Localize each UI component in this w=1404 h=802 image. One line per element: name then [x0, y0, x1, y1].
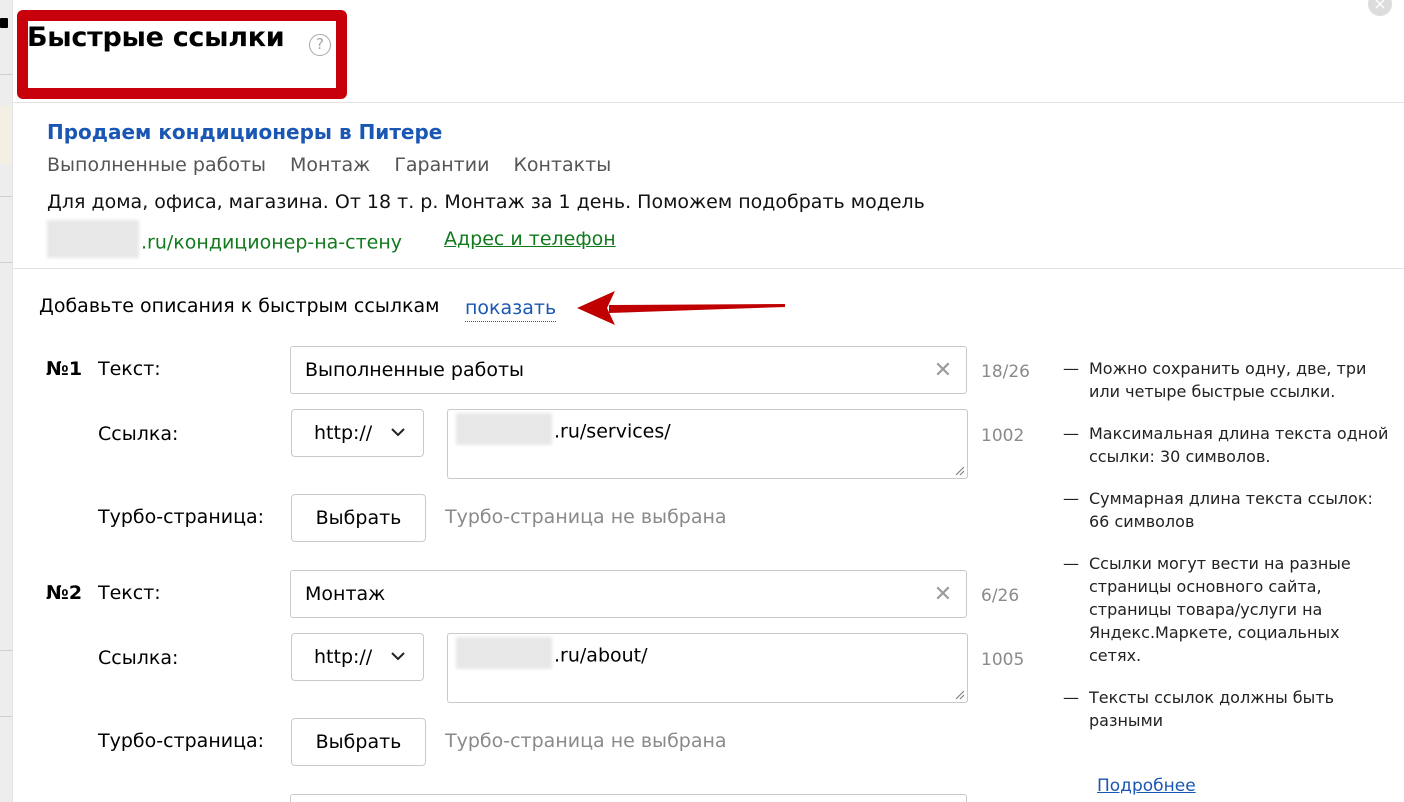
protocol-value: http://	[314, 422, 373, 444]
tip-text: Ссылки могут вести на разные страницы ос…	[1089, 554, 1351, 665]
preview-quicklink[interactable]: Контакты	[513, 154, 611, 176]
link-url-input[interactable]: .ru/about/	[447, 633, 968, 703]
turbo-label: Турбо-страница:	[98, 506, 265, 528]
tip-item: — Тексты ссылок должны быть разными	[1063, 686, 1393, 732]
url-length-counter: 1005	[981, 650, 1025, 670]
protocol-select[interactable]: http://	[291, 409, 424, 457]
ad-preview-description: Для дома, офиса, магазина. От 18 т. р. М…	[47, 191, 925, 213]
tip-dash: —	[1063, 554, 1079, 573]
show-descriptions-link[interactable]: показать	[465, 295, 557, 322]
turbo-status: Турбо-страница не выбрана	[445, 730, 727, 752]
tip-item: — Ссылки могут вести на разные страницы о…	[1063, 552, 1393, 667]
background-fragment	[0, 18, 8, 28]
blurred-domain	[456, 413, 552, 445]
preview-quicklink[interactable]: Гарантии	[394, 154, 489, 176]
tip-dash: —	[1063, 424, 1079, 443]
tip-text: Можно сохранить одну, две, три или четыр…	[1089, 359, 1367, 401]
red-arrow-icon	[577, 291, 785, 325]
tip-text: Тексты ссылок должны быть разными	[1089, 688, 1335, 730]
chevron-down-icon	[391, 652, 405, 661]
preview-divider	[13, 268, 1404, 269]
text-length-counter: 6/26	[981, 586, 1020, 606]
header-divider	[13, 102, 1404, 103]
text-label: Текст:	[98, 358, 161, 380]
url-length-counter: 1002	[981, 426, 1025, 446]
tip-text: Максимальная длина текста одной ссылки: …	[1089, 424, 1389, 466]
dialog-title: Быстрые ссылки	[27, 22, 285, 53]
link-text-input[interactable]: Выполненные работы	[290, 346, 967, 394]
chevron-down-icon	[391, 428, 405, 437]
link-number: №2	[46, 582, 83, 604]
preview-quicklink[interactable]: Монтаж	[290, 154, 370, 176]
tip-dash: —	[1063, 359, 1079, 378]
background-window-edge	[0, 0, 12, 802]
tip-dash: —	[1063, 489, 1079, 508]
link-url-input[interactable]: .ru/services/	[447, 409, 968, 479]
url-label: Ссылка:	[98, 647, 179, 669]
tip-dash: —	[1063, 688, 1079, 707]
link-url-path: .ru/about/	[554, 644, 648, 667]
next-link-text-input[interactable]	[290, 794, 967, 802]
ad-preview-url-path: .ru/кондиционер-на-стену	[141, 231, 403, 254]
choose-turbo-button[interactable]: Выбрать	[291, 718, 426, 766]
blurred-domain	[456, 637, 552, 669]
blurred-domain	[47, 220, 139, 258]
ad-preview-url[interactable]: .ru/кондиционер-на-стену	[47, 220, 403, 258]
descriptions-prompt: Добавьте описания к быстрым ссылкам	[39, 295, 440, 317]
help-icon[interactable]: ?	[309, 34, 331, 56]
protocol-value: http://	[314, 646, 373, 668]
background-divider	[0, 716, 12, 717]
address-phone-link[interactable]: Адрес и телефон	[444, 228, 616, 250]
background-divider	[0, 650, 12, 651]
resize-handle-icon[interactable]	[955, 466, 965, 476]
tip-item: — Максимальная длина текста одной ссылки:…	[1063, 422, 1393, 468]
link-number: №1	[46, 358, 83, 380]
resize-handle-icon[interactable]	[955, 690, 965, 700]
close-icon[interactable]: ×	[1368, 0, 1392, 16]
ad-preview-headline[interactable]: Продаем кондиционеры в Питере	[47, 120, 442, 144]
link-text-input[interactable]: Монтаж	[290, 570, 967, 618]
background-divider	[0, 196, 12, 197]
learn-more-link[interactable]: Подробнее	[1097, 776, 1196, 796]
tip-item: — Суммарная длина текста ссылок: 66 симво…	[1063, 487, 1393, 533]
turbo-status: Турбо-страница не выбрана	[445, 506, 727, 528]
background-divider	[0, 74, 12, 75]
text-label: Текст:	[98, 582, 161, 604]
clear-x-icon[interactable]: ✕	[931, 359, 955, 383]
clear-x-icon[interactable]: ✕	[931, 583, 955, 607]
turbo-label: Турбо-страница:	[98, 730, 265, 752]
tips-panel: — Можно сохранить одну, две, три или четы…	[1063, 357, 1393, 751]
preview-quicklink[interactable]: Выполненные работы	[47, 154, 266, 176]
choose-turbo-button[interactable]: Выбрать	[291, 494, 426, 542]
text-length-counter: 18/26	[981, 362, 1030, 382]
link-url-path: .ru/services/	[554, 420, 671, 443]
background-divider	[0, 262, 12, 263]
tip-item: — Можно сохранить одну, две, три или четы…	[1063, 357, 1393, 403]
tip-text: Суммарная длина текста ссылок: 66 символ…	[1089, 489, 1373, 531]
url-label: Ссылка:	[98, 423, 179, 445]
ad-preview-quicklinks: Выполненные работы Монтаж Гарантии Контакты	[47, 154, 635, 176]
arrow-shaft	[609, 304, 785, 313]
quick-links-dialog: × Быстрые ссылки ? Продаем кондиционеры …	[12, 0, 1404, 802]
background-fragment	[0, 106, 12, 164]
protocol-select[interactable]: http://	[291, 633, 424, 681]
